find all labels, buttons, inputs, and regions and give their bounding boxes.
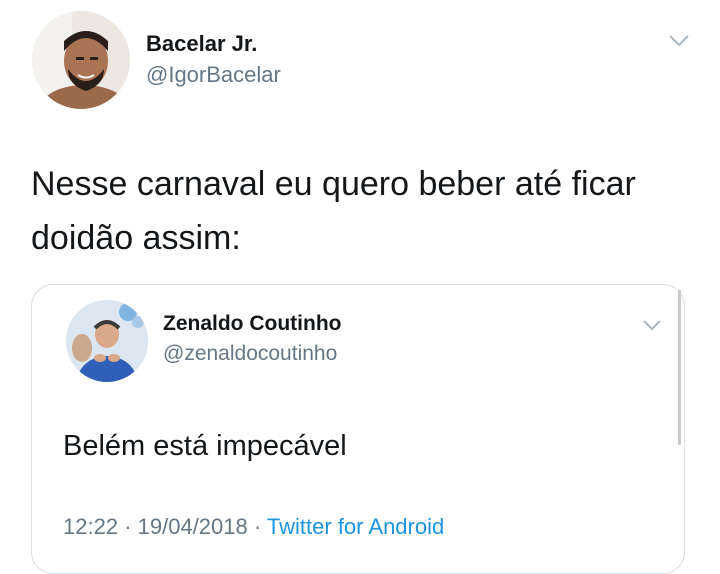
quoted-author-handle[interactable]: @zenaldocoutinho [163, 342, 337, 366]
quoted-tweet-text: Belém está impecável [63, 430, 347, 462]
tweet-metadata: 12:22 · 19/04/2018 · Twitter for Android [63, 514, 444, 540]
tweet-date[interactable]: 19/04/2018 [138, 514, 248, 539]
tweet-source-link[interactable]: Twitter for Android [267, 514, 444, 539]
author-avatar[interactable] [32, 11, 130, 109]
scrollbar[interactable] [678, 290, 681, 445]
avatar-photo [66, 300, 148, 382]
quoted-author-avatar[interactable] [66, 300, 148, 382]
avatar-photo [32, 11, 130, 109]
separator: · [124, 514, 132, 539]
author-name[interactable]: Bacelar Jr. [146, 31, 257, 57]
chevron-down-icon[interactable] [668, 34, 690, 48]
tweet-text: Nesse carnaval eu quero beber até ficar … [31, 165, 636, 257]
quoted-author-name[interactable]: Zenaldo Coutinho [163, 312, 341, 336]
author-handle[interactable]: @IgorBacelar [146, 62, 281, 88]
tweet-time[interactable]: 12:22 [63, 514, 118, 539]
chevron-down-icon[interactable] [642, 319, 662, 331]
separator: · [253, 514, 262, 539]
